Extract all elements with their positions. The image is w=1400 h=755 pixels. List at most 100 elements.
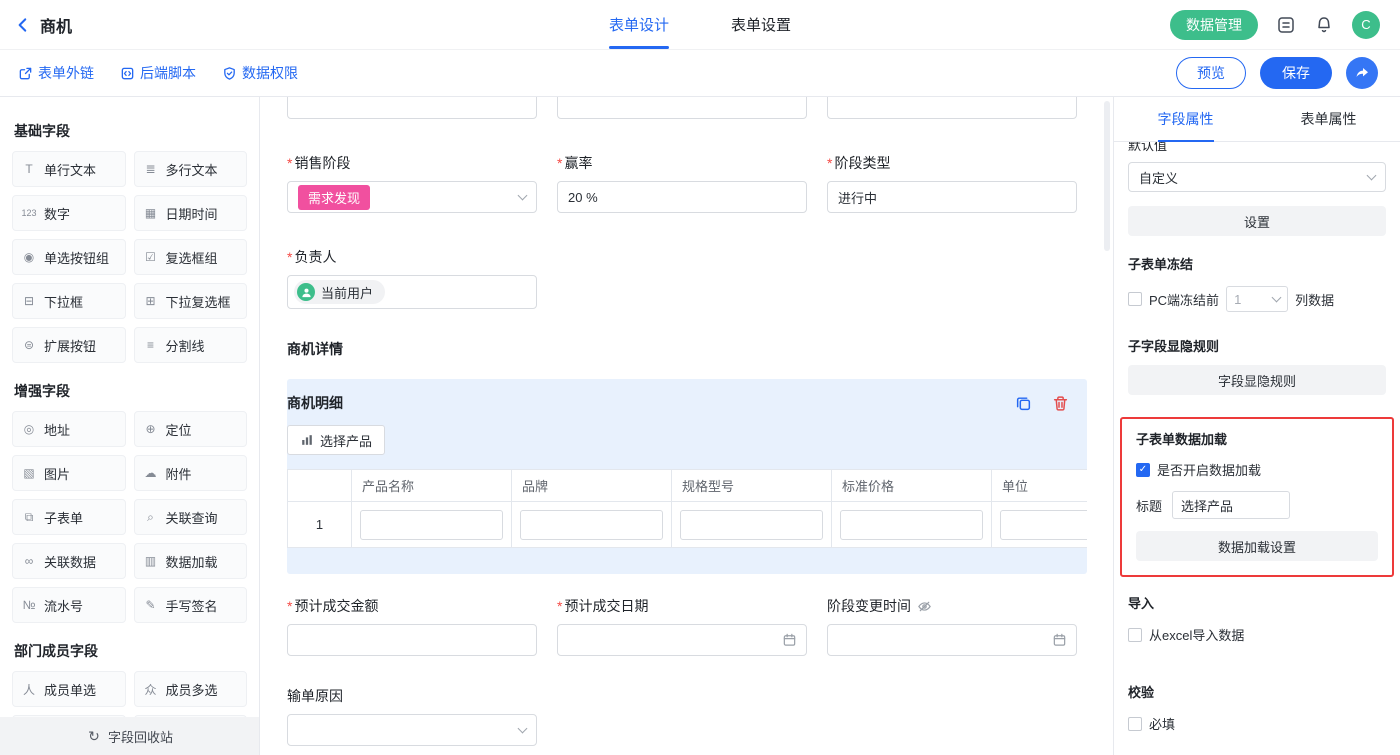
- clipped-input[interactable]: [827, 97, 1077, 119]
- address-icon: ◎: [21, 422, 37, 436]
- field-sales-stage[interactable]: 销售阶段 需求发现: [287, 153, 537, 213]
- field-item-member-multi[interactable]: 众成员多选: [134, 671, 248, 707]
- docs-icon[interactable]: [1276, 15, 1296, 35]
- subform-selected-block[interactable]: 商机明细 选择产品: [287, 379, 1087, 574]
- field-item-attachment[interactable]: ☁附件: [134, 455, 248, 491]
- sales-stage-select[interactable]: 需求发现: [287, 181, 537, 213]
- field-label: 阶段类型: [834, 153, 890, 173]
- required-checkbox[interactable]: [1128, 717, 1142, 731]
- clipped-input[interactable]: [557, 97, 807, 119]
- stage-tag: 需求发现: [298, 185, 370, 210]
- required-asterisk: [827, 155, 834, 171]
- product-name-input[interactable]: [360, 510, 503, 540]
- external-link-icon: [18, 66, 33, 81]
- field-item-subform[interactable]: ⧉子表单: [12, 499, 126, 535]
- excel-import-checkbox[interactable]: [1128, 628, 1142, 642]
- field-item-extend-button[interactable]: ⊜扩展按钮: [12, 327, 126, 363]
- field-item-select[interactable]: ⊟下拉框: [12, 283, 126, 319]
- field-label: 多行文本: [166, 160, 218, 179]
- owner-input[interactable]: 当前用户: [287, 275, 537, 309]
- data-load-title: 子表单数据加载: [1136, 429, 1378, 448]
- field-item-linked-query[interactable]: ⌕关联查询: [134, 499, 248, 535]
- app-root: 商机 表单设计 表单设置 数据管理 C 表单外链 后端脚本: [0, 0, 1400, 755]
- select-product-button[interactable]: 选择产品: [287, 425, 385, 455]
- data-permission-link[interactable]: 数据权限: [222, 63, 298, 83]
- default-value-settings-button[interactable]: 设置: [1128, 206, 1386, 236]
- field-item-single-text[interactable]: T单行文本: [12, 151, 126, 187]
- field-expected-amount[interactable]: 预计成交金额: [287, 596, 537, 656]
- visibility-rules-button[interactable]: 字段显隐规则: [1128, 365, 1386, 395]
- location-icon: ⊕: [143, 422, 159, 436]
- current-user-label: 当前用户: [321, 283, 373, 302]
- field-lose-reason[interactable]: 输单原因: [287, 686, 537, 746]
- trash-icon[interactable]: [1052, 395, 1069, 412]
- field-item-datetime[interactable]: ▦日期时间: [134, 195, 248, 231]
- field-recycle-bin[interactable]: ↻ 字段回收站: [0, 717, 259, 755]
- excel-import-label: 从excel导入数据: [1149, 625, 1244, 644]
- tab-form-settings[interactable]: 表单设置: [731, 0, 791, 49]
- field-item-linked-data[interactable]: ∞关联数据: [12, 543, 126, 579]
- field-item-multi-select[interactable]: ⊞下拉复选框: [134, 283, 248, 319]
- stage-type-input[interactable]: [827, 181, 1077, 213]
- required-asterisk: [287, 155, 294, 171]
- field-stage-change-time[interactable]: 阶段变更时间: [827, 596, 1077, 656]
- field-item-number[interactable]: 123数字: [12, 195, 126, 231]
- expected-amount-input[interactable]: [287, 624, 537, 656]
- canvas-scrollbar[interactable]: [1104, 101, 1110, 251]
- field-item-divider[interactable]: ≡分割线: [134, 327, 248, 363]
- stage-change-time-input[interactable]: [827, 624, 1077, 656]
- field-win-rate[interactable]: 赢率: [557, 153, 807, 213]
- extend-button-icon: ⊜: [21, 338, 37, 352]
- lose-reason-select[interactable]: [287, 714, 537, 746]
- calendar-icon: [1052, 633, 1067, 648]
- field-item-location[interactable]: ⊕定位: [134, 411, 248, 447]
- default-value-select[interactable]: 自定义: [1128, 162, 1386, 192]
- freeze-count-select[interactable]: 1: [1226, 286, 1288, 312]
- save-button[interactable]: 保存: [1260, 57, 1332, 89]
- field-item-radio-group[interactable]: ◉单选按钮组: [12, 239, 126, 275]
- field-item-checkbox-group[interactable]: ☑复选框组: [134, 239, 248, 275]
- avatar[interactable]: C: [1352, 11, 1380, 39]
- share-button[interactable]: [1346, 57, 1378, 89]
- field-item-member-single[interactable]: 人成员单选: [12, 671, 126, 707]
- field-item-address[interactable]: ◎地址: [12, 411, 126, 447]
- data-manage-button[interactable]: 数据管理: [1170, 10, 1258, 40]
- win-rate-input[interactable]: [557, 181, 807, 213]
- current-user-tag: 当前用户: [294, 280, 385, 304]
- required-option-row: 必填: [1128, 714, 1386, 733]
- required-asterisk: [287, 598, 294, 614]
- field-item-multi-text[interactable]: ≣多行文本: [134, 151, 248, 187]
- field-expected-date[interactable]: 预计成交日期: [557, 596, 807, 656]
- copy-icon[interactable]: [1015, 395, 1032, 412]
- field-owner[interactable]: 负责人 当前用户: [287, 247, 537, 309]
- field-item-signature[interactable]: ✎手写签名: [134, 587, 248, 623]
- column-header: 标准价格: [832, 470, 992, 502]
- backend-script-link[interactable]: 后端脚本: [120, 63, 196, 83]
- field-item-data-load[interactable]: ▥数据加载: [134, 543, 248, 579]
- unit-input[interactable]: [1000, 510, 1087, 540]
- expected-date-input[interactable]: [557, 624, 807, 656]
- data-load-title-input[interactable]: [1172, 491, 1290, 519]
- data-load-settings-button[interactable]: 数据加载设置: [1136, 531, 1378, 561]
- field-stage-type[interactable]: 阶段类型: [827, 153, 1077, 213]
- clipped-input[interactable]: [287, 97, 537, 119]
- spec-model-input[interactable]: [680, 510, 823, 540]
- chevron-down-icon: [518, 723, 528, 733]
- dropdown-icon: ⊟: [21, 294, 37, 308]
- lose-reason-row: 输单原因: [287, 686, 1087, 746]
- panel-body: 默认值 自定义 设置 子表单冻结 PC端冻结前 1 列数据 子字段显隐规则: [1114, 142, 1400, 755]
- standard-price-input[interactable]: [840, 510, 983, 540]
- data-load-checkbox[interactable]: [1136, 463, 1150, 477]
- brand-input[interactable]: [520, 510, 663, 540]
- tab-field-properties[interactable]: 字段属性: [1114, 97, 1257, 141]
- back-button[interactable]: [14, 16, 32, 34]
- field-item-serial-number[interactable]: №流水号: [12, 587, 126, 623]
- freeze-section-label: 子表单冻结: [1128, 254, 1386, 273]
- preview-button[interactable]: 预览: [1176, 57, 1246, 89]
- tab-form-properties[interactable]: 表单属性: [1257, 97, 1400, 141]
- form-external-link[interactable]: 表单外链: [18, 63, 94, 83]
- bell-icon[interactable]: [1314, 15, 1334, 35]
- field-item-image[interactable]: ▧图片: [12, 455, 126, 491]
- tab-form-design[interactable]: 表单设计: [609, 0, 669, 49]
- freeze-checkbox[interactable]: [1128, 292, 1142, 306]
